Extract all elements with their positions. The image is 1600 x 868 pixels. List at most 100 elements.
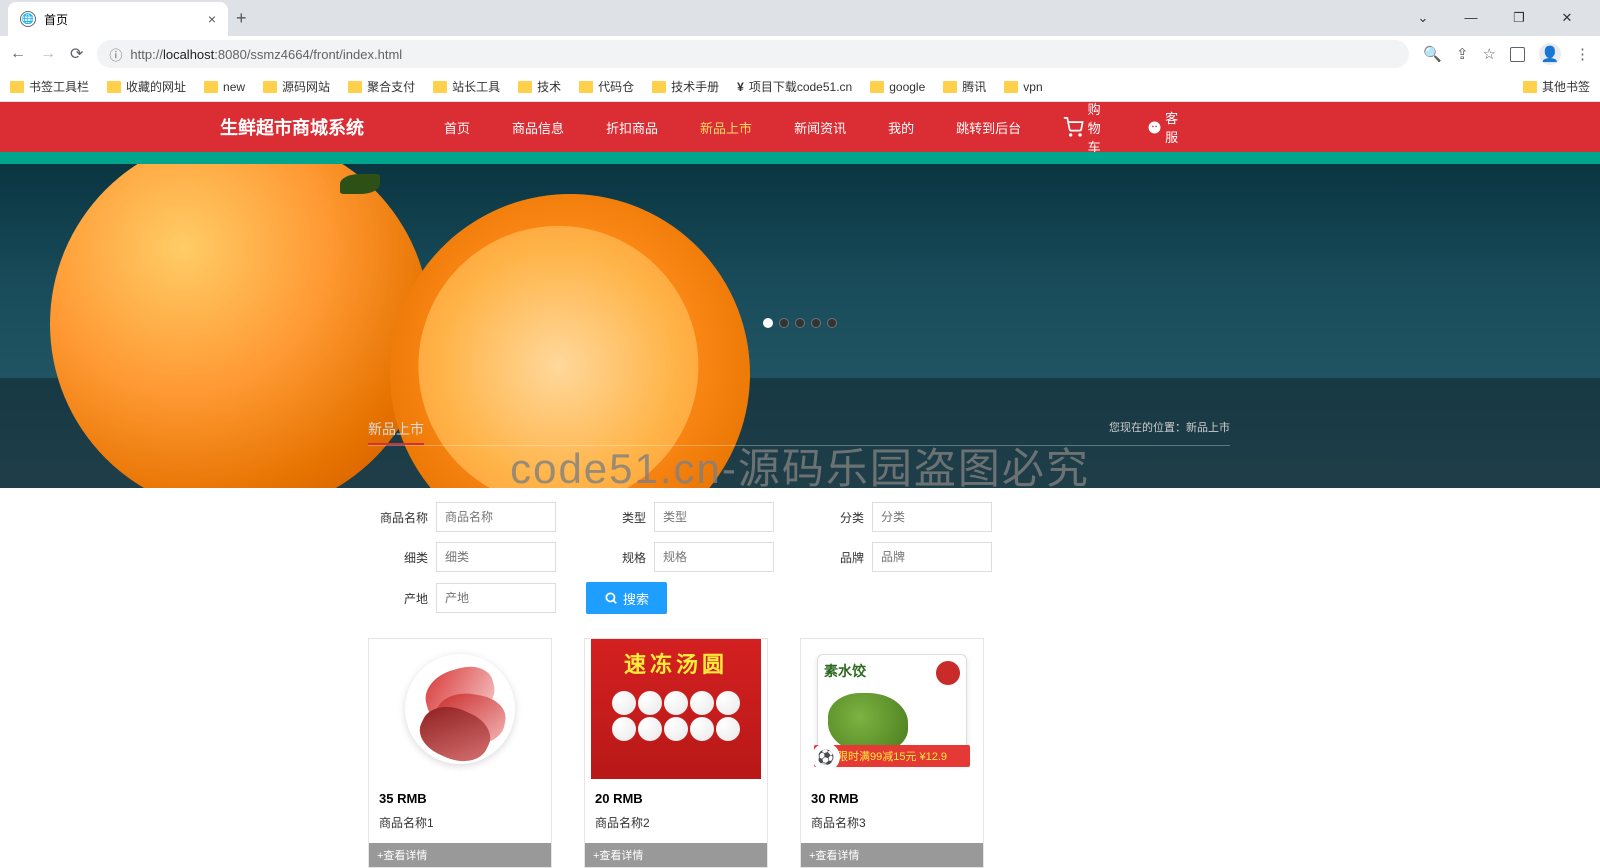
carousel-dot[interactable] bbox=[779, 318, 789, 328]
nav-service[interactable]: 客服 bbox=[1148, 108, 1178, 146]
folder-icon bbox=[433, 81, 447, 93]
folder-icon bbox=[943, 81, 957, 93]
bookmark-item[interactable]: 技术 bbox=[518, 78, 561, 95]
bookmark-item[interactable]: 源码网站 bbox=[263, 78, 330, 95]
filter-label: 细类 bbox=[368, 549, 428, 566]
nav-link-admin[interactable]: 跳转到后台 bbox=[956, 118, 1021, 137]
carousel-dot[interactable] bbox=[827, 318, 837, 328]
new-tab-button[interactable]: + bbox=[236, 8, 247, 29]
product-image: 素水饺 限时满99减15元 ¥12.9 ⚽ bbox=[801, 639, 983, 779]
folder-icon bbox=[579, 81, 593, 93]
filter-input-origin[interactable] bbox=[436, 583, 556, 613]
url-input[interactable]: ⓘ http://localhost:8080/ssmz4664/front/i… bbox=[97, 40, 1409, 68]
address-bar: ← → ⟳ ⓘ http://localhost:8080/ssmz4664/f… bbox=[0, 36, 1600, 72]
product-price: 20 RMB bbox=[595, 791, 757, 806]
url-text: http://localhost:8080/ssmz4664/front/ind… bbox=[130, 47, 402, 62]
filter-input-brand[interactable] bbox=[872, 542, 992, 572]
product-card[interactable]: 35 RMB 商品名称1 +查看详情 bbox=[368, 638, 552, 868]
folder-icon bbox=[870, 81, 884, 93]
back-button[interactable]: ← bbox=[10, 45, 26, 63]
bookmark-item[interactable]: 收藏的网址 bbox=[107, 78, 186, 95]
reload-button[interactable]: ⟳ bbox=[70, 44, 83, 64]
folder-icon bbox=[204, 81, 218, 93]
bookmark-item[interactable]: ¥项目下载code51.cn bbox=[737, 78, 852, 95]
profile-avatar[interactable]: 👤 bbox=[1539, 43, 1561, 65]
product-grid: 35 RMB 商品名称1 +查看详情 速冻汤圆 20 RMB 商品名称2 +查看… bbox=[0, 628, 1600, 868]
filter-label: 规格 bbox=[586, 549, 646, 566]
carousel-dot[interactable] bbox=[811, 318, 821, 328]
bookmark-item[interactable]: 技术手册 bbox=[652, 78, 719, 95]
filter-label: 类型 bbox=[586, 509, 646, 526]
filter-input-spec[interactable] bbox=[654, 542, 774, 572]
search-button[interactable]: 搜索 bbox=[586, 582, 667, 614]
window-maximize-icon[interactable]: ❐ bbox=[1504, 10, 1534, 26]
bookmark-item[interactable]: new bbox=[204, 80, 245, 94]
nav-link-news[interactable]: 新闻资讯 bbox=[794, 118, 846, 137]
view-detail-button[interactable]: +查看详情 bbox=[801, 843, 983, 867]
app-icon: ¥ bbox=[737, 80, 744, 94]
product-name: 商品名称1 bbox=[379, 814, 541, 831]
browser-tab[interactable]: 🌐 首页 × bbox=[8, 2, 228, 36]
product-image: 速冻汤圆 bbox=[585, 639, 767, 779]
folder-icon bbox=[1004, 81, 1018, 93]
cart-icon bbox=[1063, 117, 1083, 137]
view-detail-button[interactable]: +查看详情 bbox=[369, 843, 551, 867]
window-minimize-icon[interactable]: — bbox=[1456, 10, 1486, 26]
window-close-icon[interactable]: ✕ bbox=[1552, 10, 1582, 26]
other-bookmarks[interactable]: 其他书签 bbox=[1523, 78, 1590, 95]
site-logo[interactable]: 生鲜超市商城系统 bbox=[220, 114, 364, 140]
soccer-icon: ⚽ bbox=[812, 743, 840, 771]
bookmark-star-icon[interactable]: ☆ bbox=[1483, 45, 1496, 63]
watermark-text: code51.cn-源码乐园盗图必究 bbox=[510, 435, 1090, 488]
carousel-dot[interactable] bbox=[763, 318, 773, 328]
bookmark-item[interactable]: google bbox=[870, 80, 925, 94]
bookmark-item[interactable]: vpn bbox=[1004, 80, 1042, 94]
filter-input-category[interactable] bbox=[872, 502, 992, 532]
product-image bbox=[369, 639, 551, 779]
tab-title: 首页 bbox=[44, 11, 68, 28]
folder-icon bbox=[518, 81, 532, 93]
info-icon: ⓘ bbox=[109, 45, 122, 64]
bookmark-item[interactable]: 腾讯 bbox=[943, 78, 986, 95]
hero-banner: 新品上市 您现在的位置：新品上市 code51.cn-源码乐园盗图必究 bbox=[0, 152, 1600, 488]
breadcrumb: 您现在的位置：新品上市 bbox=[1109, 419, 1230, 439]
browser-chrome: 🌐 首页 × + ⌄ — ❐ ✕ ← → ⟳ ⓘ http://localhos… bbox=[0, 0, 1600, 102]
window-dropdown-icon[interactable]: ⌄ bbox=[1408, 10, 1438, 26]
folder-icon bbox=[1523, 81, 1537, 93]
filter-panel: 商品名称 类型 分类 细类 规格 品牌 产地 搜索 bbox=[0, 488, 1600, 628]
nav-link-new[interactable]: 新品上市 bbox=[700, 118, 752, 137]
nav-link-discount[interactable]: 折扣商品 bbox=[606, 118, 658, 137]
forward-button: → bbox=[40, 45, 56, 63]
bookmark-item[interactable]: 代码仓 bbox=[579, 78, 634, 95]
folder-icon bbox=[263, 81, 277, 93]
extensions-icon[interactable] bbox=[1510, 47, 1525, 62]
nav-link-home[interactable]: 首页 bbox=[444, 118, 470, 137]
nav-link-mine[interactable]: 我的 bbox=[888, 118, 914, 137]
bookmark-item[interactable]: 书签工具栏 bbox=[10, 78, 89, 95]
nav-cart[interactable]: 购物车 bbox=[1063, 99, 1106, 156]
carousel-dot[interactable] bbox=[795, 318, 805, 328]
filter-input-subcategory[interactable] bbox=[436, 542, 556, 572]
bookmark-item[interactable]: 站长工具 bbox=[433, 78, 500, 95]
view-detail-button[interactable]: +查看详情 bbox=[585, 843, 767, 867]
filter-input-type[interactable] bbox=[654, 502, 774, 532]
product-name: 商品名称3 bbox=[811, 814, 973, 831]
product-price: 35 RMB bbox=[379, 791, 541, 806]
filter-label: 品牌 bbox=[804, 549, 864, 566]
search-icon bbox=[604, 591, 618, 605]
tab-bar: 🌐 首页 × + ⌄ — ❐ ✕ bbox=[0, 0, 1600, 36]
product-card[interactable]: 速冻汤圆 20 RMB 商品名称2 +查看详情 bbox=[584, 638, 768, 868]
bookmark-item[interactable]: 聚合支付 bbox=[348, 78, 415, 95]
bookmarks-bar: 书签工具栏 收藏的网址 new 源码网站 聚合支付 站长工具 技术 代码仓 技术… bbox=[0, 72, 1600, 102]
package-label: 速冻汤圆 bbox=[624, 647, 728, 679]
filter-input-name[interactable] bbox=[436, 502, 556, 532]
folder-icon bbox=[107, 81, 121, 93]
menu-icon[interactable]: ⋮ bbox=[1575, 45, 1590, 63]
share-icon[interactable]: ⇪ bbox=[1456, 45, 1469, 63]
folder-icon bbox=[10, 81, 24, 93]
product-price: 30 RMB bbox=[811, 791, 973, 806]
zoom-icon[interactable]: 🔍 bbox=[1423, 45, 1442, 63]
nav-link-products[interactable]: 商品信息 bbox=[512, 118, 564, 137]
product-card[interactable]: 素水饺 限时满99减15元 ¥12.9 ⚽ 30 RMB 商品名称3 +查看详情 bbox=[800, 638, 984, 868]
tab-close-icon[interactable]: × bbox=[208, 11, 216, 27]
